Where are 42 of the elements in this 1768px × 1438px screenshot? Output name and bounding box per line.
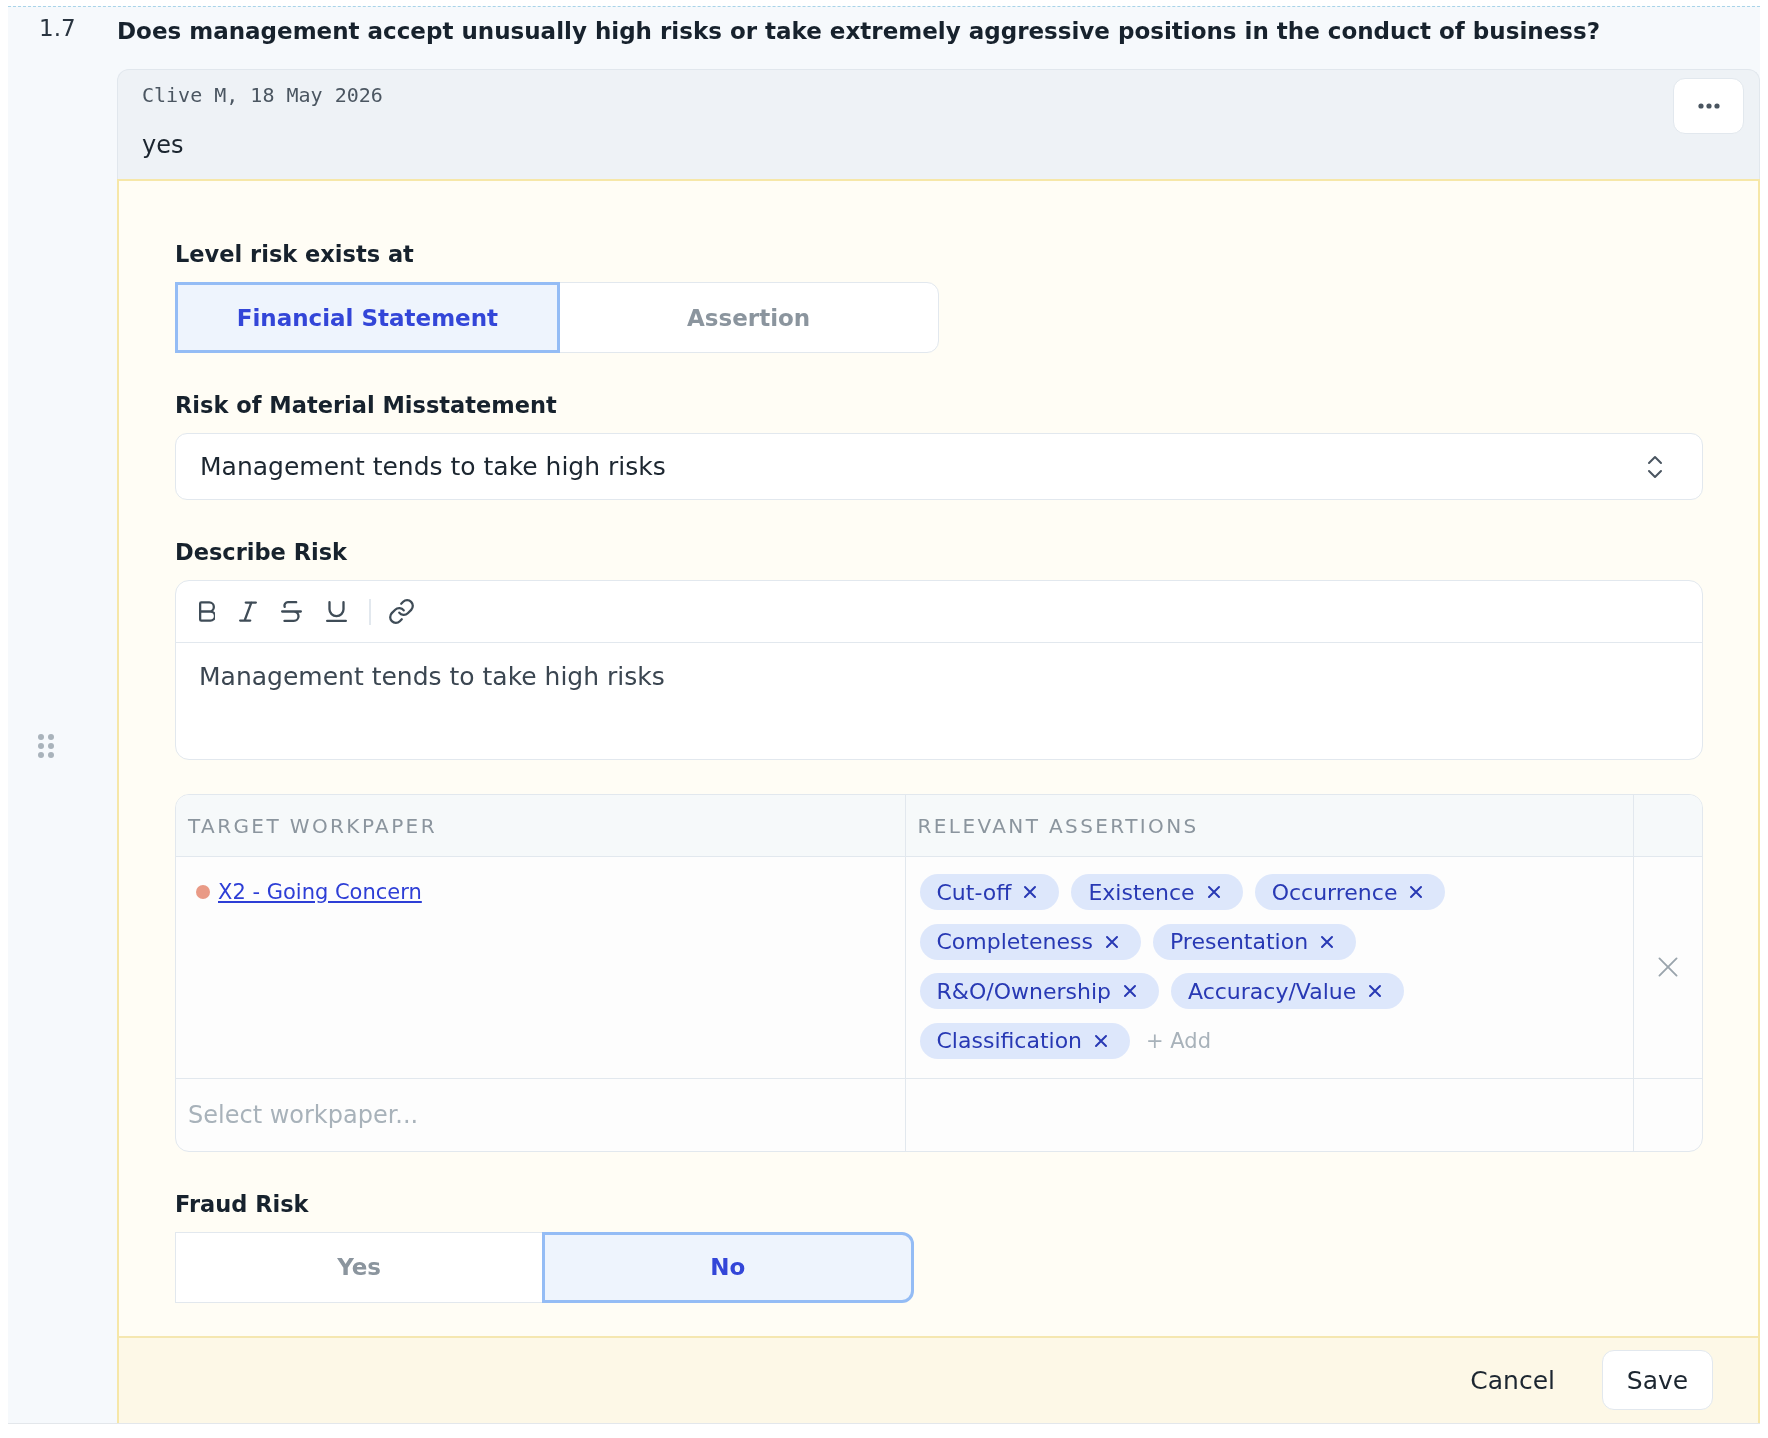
segment-button[interactable]: No	[541, 1231, 914, 1303]
drag-handle-icon[interactable]	[38, 733, 54, 758]
underline-icon[interactable]	[326, 601, 347, 622]
field-label: Describe Risk	[175, 538, 349, 567]
description-field[interactable]: Management tends to take high risks	[176, 643, 1702, 759]
column-header: RELEVANT ASSERTIONS	[904, 795, 1633, 857]
strikethrough-icon[interactable]	[281, 601, 302, 622]
comment-text: yes	[142, 130, 184, 161]
assertion-tag[interactable]: Completeness	[919, 923, 1141, 960]
cancel-button[interactable]: Cancel	[1448, 1350, 1577, 1411]
close-icon[interactable]	[1368, 984, 1383, 999]
close-icon[interactable]	[1320, 934, 1335, 949]
close-icon[interactable]	[1094, 1033, 1109, 1048]
assertion-tag[interactable]: Existence	[1071, 874, 1243, 910]
assertion-tag[interactable]: Classification	[919, 1022, 1131, 1059]
assertion-tag[interactable]: Cut-off	[919, 874, 1060, 910]
chevron-up-down-icon[interactable]	[1647, 454, 1663, 479]
risk-select[interactable]: Management tends to take high risks	[175, 433, 1703, 500]
segment-button[interactable]: Financial Statement	[175, 282, 560, 353]
workpaper-link[interactable]: X2 - Going Concern	[218, 880, 422, 904]
italic-icon[interactable]	[239, 601, 257, 622]
more-icon[interactable]	[1697, 103, 1720, 109]
assertion-tag[interactable]: R&O/Ownership	[919, 973, 1159, 1010]
assertion-tag[interactable]: Presentation	[1152, 923, 1357, 960]
field-label: Risk of Material Misstatement	[175, 391, 558, 420]
comment-meta: Clive M, 18 May 2026	[142, 82, 383, 108]
close-icon[interactable]	[1104, 934, 1119, 949]
close-icon[interactable]	[1409, 885, 1424, 899]
field-label: Fraud Risk	[175, 1189, 309, 1219]
assertion-tag[interactable]: Occurrence	[1254, 874, 1446, 910]
link-icon[interactable]	[388, 599, 414, 624]
question-text: Does management accept unusually high risks or take extremely aggressive positions in the conduct of business?	[117, 17, 1600, 46]
close-icon[interactable]	[1123, 984, 1137, 999]
close-icon[interactable]	[1023, 885, 1038, 899]
close-icon[interactable]	[1206, 885, 1221, 899]
bold-icon[interactable]	[199, 601, 215, 622]
field-label: Level risk exists at	[175, 240, 414, 269]
column-header: TARGET WORKPAPER	[176, 795, 905, 857]
save-button[interactable]: Save	[1602, 1350, 1713, 1411]
question-number: 1.7	[38, 14, 76, 43]
workpaper-select-field[interactable]: Select workpaper...	[176, 1078, 905, 1151]
assertion-tag[interactable]: Accuracy/Value	[1171, 973, 1405, 1010]
